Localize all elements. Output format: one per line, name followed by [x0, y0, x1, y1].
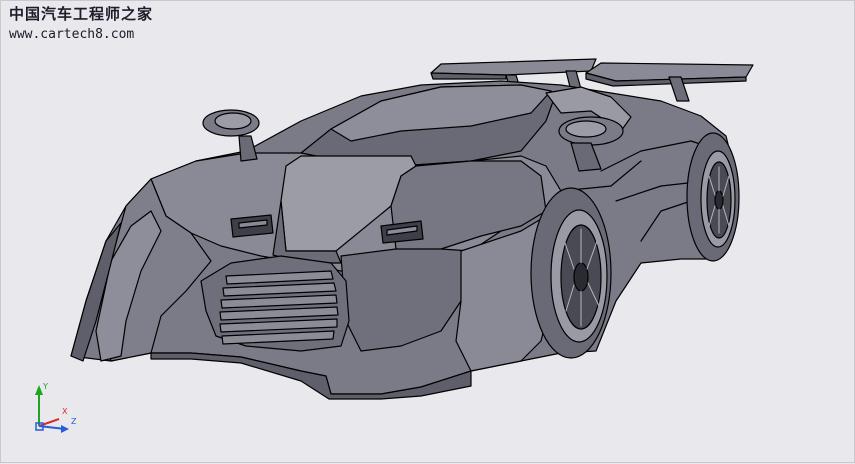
ucs-y-label: Y	[42, 382, 48, 391]
ucs-x-label: X	[62, 407, 68, 416]
ucs-z-arrowhead	[61, 425, 69, 433]
cad-viewport[interactable]: 中国汽车工程师之家 www.cartech8.com Y X Z	[0, 0, 855, 463]
ucs-axis-icon: Y X Z	[35, 382, 77, 433]
car-3d-model[interactable]	[1, 1, 855, 464]
front-wheel	[530, 187, 612, 359]
rear-wheel	[686, 132, 740, 262]
ucs-y-arrowhead	[35, 385, 43, 395]
ucs-z-label: Z	[71, 417, 77, 426]
